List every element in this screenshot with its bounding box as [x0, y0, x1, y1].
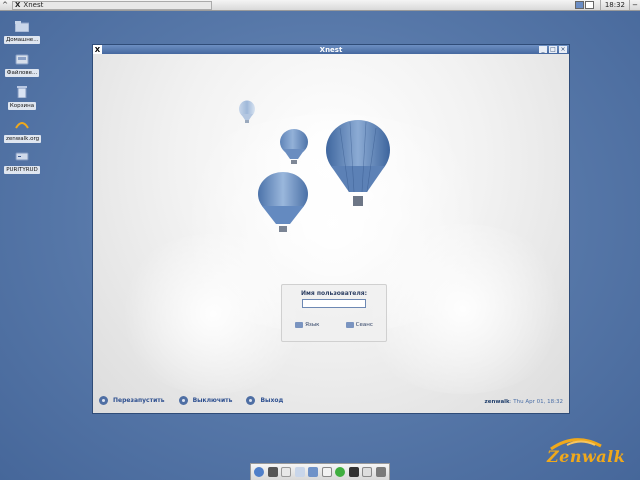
mail-icon[interactable]: [281, 467, 292, 477]
document-icon[interactable]: [362, 467, 373, 477]
x-icon: X: [15, 1, 21, 9]
session-icon: [345, 322, 354, 328]
settings-icon[interactable]: [335, 467, 346, 477]
window-title: Xnest: [319, 45, 343, 54]
drive-icon: [15, 150, 29, 162]
zenwalk-wordmark: Zenwalk: [547, 447, 626, 466]
taskbar-item-xnest[interactable]: X Xnest: [12, 0, 212, 10]
files-icon[interactable]: [294, 467, 305, 477]
host-datetime: zenwalk: Thu Apr 01, 18:32: [485, 399, 563, 405]
maximize-button[interactable]: □: [549, 46, 557, 53]
balloon-lower-icon: [258, 172, 308, 232]
workspace-2[interactable]: [584, 1, 594, 9]
clock: 18:32: [599, 0, 629, 10]
shutdown-button[interactable]: Выключить: [178, 396, 233, 405]
folder-icon[interactable]: [308, 467, 319, 477]
desktop-icon-label: Файлове...: [4, 69, 40, 77]
taskbar-item-label: Xnest: [23, 1, 44, 9]
exit-button[interactable]: Выход: [246, 396, 283, 405]
workspace-pager[interactable]: [574, 1, 594, 9]
language-button-label: Язык: [305, 322, 320, 328]
xnest-window: X Xnest _ □ × Имя пользователя: Язык Сеа…: [92, 44, 570, 414]
username-input[interactable]: [302, 299, 366, 308]
login-dialog: Имя пользователя: Язык Сеанс: [281, 284, 387, 342]
desktop-icon-trash[interactable]: Корзина: [4, 86, 40, 110]
language-icon: [295, 322, 304, 328]
desktop-icon-home[interactable]: Домашне...: [4, 20, 41, 44]
desktop-icon-label: zenwalk.org: [4, 135, 42, 143]
panel-action-button[interactable]: −: [629, 0, 640, 10]
desktop-icon-filesystem[interactable]: Файлове...: [4, 53, 40, 77]
close-button[interactable]: ×: [559, 46, 567, 53]
exit-icon: [246, 396, 256, 405]
desktop-icon-label: Корзина: [7, 102, 37, 110]
restart-icon: [99, 396, 109, 405]
desktop-icon-label: PURITYRUD: [4, 166, 40, 174]
top-panel: ^ X Xnest 18:32 −: [0, 0, 640, 11]
workspace-1[interactable]: [574, 1, 584, 9]
username-label: Имя пользователя:: [301, 290, 367, 297]
home-folder-icon: [15, 20, 29, 32]
filesystem-icon: [15, 53, 29, 65]
desktop-icon-label: Домашне...: [4, 36, 41, 44]
window-titlebar[interactable]: X Xnest _ □ ×: [93, 45, 569, 54]
trash-icon: [15, 86, 29, 98]
restart-button[interactable]: Перезапустить: [99, 396, 165, 405]
minimize-button[interactable]: _: [539, 46, 547, 53]
desktop-icon-zenwalk-org[interactable]: zenwalk.org: [4, 119, 42, 143]
web-link-icon: [15, 119, 29, 131]
exit-label: Выход: [260, 397, 284, 404]
menu-icon[interactable]: ^: [0, 0, 10, 10]
session-button[interactable]: Сеанс: [345, 322, 373, 328]
hostname: zenwalk: [484, 399, 510, 405]
balloon-medium-icon: [280, 129, 308, 164]
media-icon[interactable]: [375, 467, 386, 477]
login-screen: Имя пользователя: Язык Сеанс Перезапусти…: [93, 54, 569, 413]
zenwalk-logo: Zenwalk: [545, 436, 625, 470]
shutdown-label: Выключить: [192, 397, 233, 404]
balloon-large-icon: [326, 120, 390, 206]
desktop-icon-drive[interactable]: PURITYRUD: [4, 150, 40, 174]
terminal-icon[interactable]: [267, 467, 278, 477]
datetime: : Thu Apr 01, 18:32: [509, 399, 563, 405]
balloon-small-icon: [239, 100, 255, 123]
language-button[interactable]: Язык: [295, 322, 320, 328]
bottom-dock: [250, 463, 390, 480]
session-button-label: Сеанс: [355, 322, 373, 328]
restart-label: Перезапустить: [113, 397, 165, 404]
browser-icon[interactable]: [254, 467, 264, 477]
network-icon[interactable]: [348, 467, 359, 477]
chat-icon[interactable]: [321, 467, 332, 477]
shutdown-icon: [178, 396, 189, 405]
